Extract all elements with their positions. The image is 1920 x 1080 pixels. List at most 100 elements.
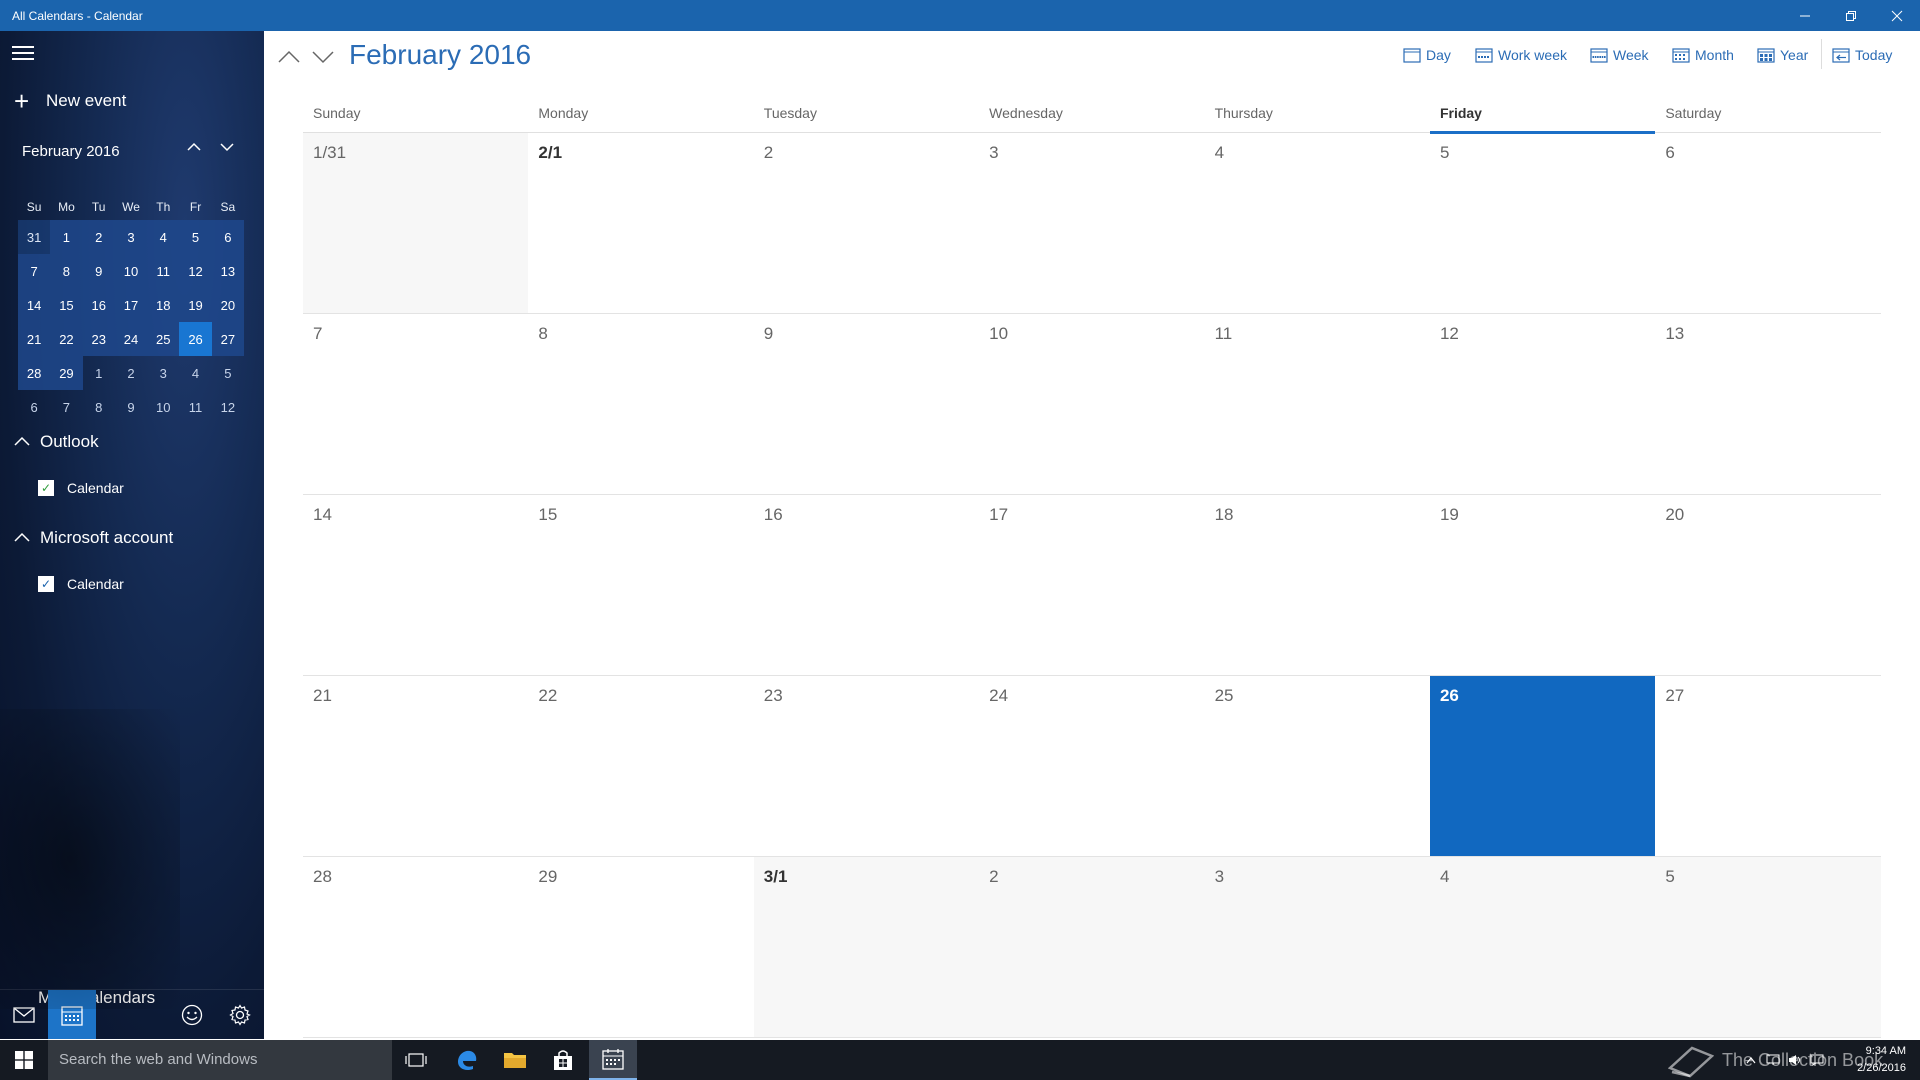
day-cell[interactable]: 19 [1430,495,1655,675]
calendar-app-button[interactable] [48,990,96,1039]
mini-day-today[interactable]: 26 [179,322,212,356]
day-cell[interactable]: 2 [979,857,1205,1037]
mini-day[interactable]: 16 [82,288,115,322]
mini-calendar-prev-button[interactable] [186,139,202,160]
mini-day[interactable]: 21 [18,322,51,356]
mini-day[interactable]: 20 [211,288,244,322]
mini-day[interactable]: 12 [179,254,212,288]
edge-browser-button[interactable] [443,1040,491,1080]
mini-day[interactable]: 5 [179,220,212,254]
mini-day[interactable]: 19 [179,288,212,322]
checkbox-checked-icon[interactable]: ✓ [38,576,54,592]
restore-button[interactable] [1828,0,1874,31]
mini-day[interactable]: 15 [50,288,83,322]
mini-day[interactable]: 10 [114,254,148,288]
mini-day[interactable]: 10 [147,390,179,424]
mini-day[interactable]: 24 [114,322,148,356]
mini-day[interactable]: 13 [211,254,244,288]
close-button[interactable] [1874,0,1920,31]
day-cell[interactable]: 6 [1655,133,1880,313]
mini-day[interactable]: 29 [50,356,83,390]
previous-month-button[interactable] [275,43,303,71]
mini-day[interactable]: 11 [147,254,180,288]
mini-day[interactable]: 11 [179,390,211,424]
store-button[interactable] [539,1040,587,1080]
calendar-toggle-outlook[interactable]: ✓ Calendar [38,480,124,496]
mini-day[interactable]: 22 [50,322,83,356]
mail-button[interactable] [0,990,48,1039]
mini-day[interactable]: 7 [50,390,82,424]
day-cell[interactable]: 8 [528,314,753,494]
day-cell[interactable]: 4 [1429,857,1656,1037]
mini-day[interactable]: 8 [50,254,83,288]
mini-day[interactable]: 9 [82,254,115,288]
day-cell[interactable]: 3/1 [753,857,980,1037]
hamburger-menu-button[interactable] [12,46,34,62]
mini-day[interactable]: 17 [114,288,148,322]
account-group-microsoft[interactable]: Microsoft account [14,528,173,548]
account-group-outlook[interactable]: Outlook [14,432,99,452]
day-cell[interactable]: 7 [303,314,528,494]
day-cell[interactable]: 10 [979,314,1204,494]
day-cell[interactable]: 18 [1205,495,1430,675]
day-cell[interactable]: 5 [1655,857,1881,1037]
settings-button[interactable] [216,990,264,1039]
day-cell[interactable]: 2 [754,133,979,313]
mini-day[interactable]: 1 [50,220,83,254]
mini-day[interactable]: 28 [18,356,51,390]
day-cell[interactable]: 15 [528,495,753,675]
mini-day[interactable]: 5 [212,356,244,390]
day-cell[interactable]: 21 [303,676,528,856]
day-cell[interactable]: 2/1 [528,133,753,313]
day-cell[interactable]: 24 [979,676,1204,856]
feedback-button[interactable] [168,990,216,1039]
mini-day[interactable]: 2 [82,220,115,254]
day-cell[interactable]: 9 [754,314,979,494]
mini-day[interactable]: 7 [18,254,51,288]
day-cell[interactable]: 1/31 [303,133,529,313]
day-cell[interactable]: 23 [754,676,979,856]
day-cell[interactable]: 16 [754,495,979,675]
view-day-button[interactable]: Day [1403,43,1451,67]
today-button[interactable]: Today [1832,43,1892,67]
day-cell[interactable]: 11 [1205,314,1430,494]
view-year-button[interactable]: Year [1757,43,1808,67]
mini-day[interactable]: 23 [82,322,115,356]
day-cell[interactable]: 5 [1430,133,1655,313]
day-cell[interactable]: 3 [1204,857,1430,1037]
task-view-button[interactable] [392,1040,440,1080]
mini-day[interactable]: 6 [18,390,50,424]
start-button[interactable] [0,1040,48,1080]
day-cell[interactable]: 28 [303,857,528,1037]
mini-day[interactable]: 9 [115,390,147,424]
more-calendars-link[interactable]: More calendars [38,988,155,1008]
mini-day[interactable]: 1 [83,356,115,390]
day-cell[interactable]: 29 [528,857,753,1037]
day-cell[interactable]: 14 [303,495,528,675]
checkbox-checked-icon[interactable]: ✓ [38,480,54,496]
view-work-week-button[interactable]: Work week [1475,43,1567,67]
calendar-taskbar-button[interactable] [589,1040,637,1080]
view-month-button[interactable]: Month [1672,43,1734,67]
calendar-toggle-microsoft[interactable]: ✓ Calendar [38,576,124,592]
mini-day[interactable]: 27 [211,322,244,356]
view-week-button[interactable]: Week [1590,43,1649,67]
day-cell-today[interactable]: 26 [1429,676,1656,856]
mini-day[interactable]: 31 [18,220,51,254]
new-event-button[interactable]: + New event [14,88,126,114]
day-cell[interactable]: 20 [1655,495,1880,675]
mini-day[interactable]: 14 [18,288,51,322]
mini-day[interactable]: 4 [179,356,211,390]
mini-day[interactable]: 3 [147,356,179,390]
day-cell[interactable]: 27 [1655,676,1880,856]
mini-day[interactable]: 8 [83,390,115,424]
mini-day[interactable]: 3 [114,220,148,254]
day-cell[interactable]: 17 [979,495,1204,675]
day-cell[interactable]: 12 [1430,314,1655,494]
mini-day[interactable]: 6 [211,220,244,254]
mini-day[interactable]: 2 [115,356,147,390]
mini-day[interactable]: 25 [147,322,180,356]
file-explorer-button[interactable] [491,1040,539,1080]
mini-day[interactable]: 4 [147,220,180,254]
next-month-button[interactable] [309,43,337,71]
